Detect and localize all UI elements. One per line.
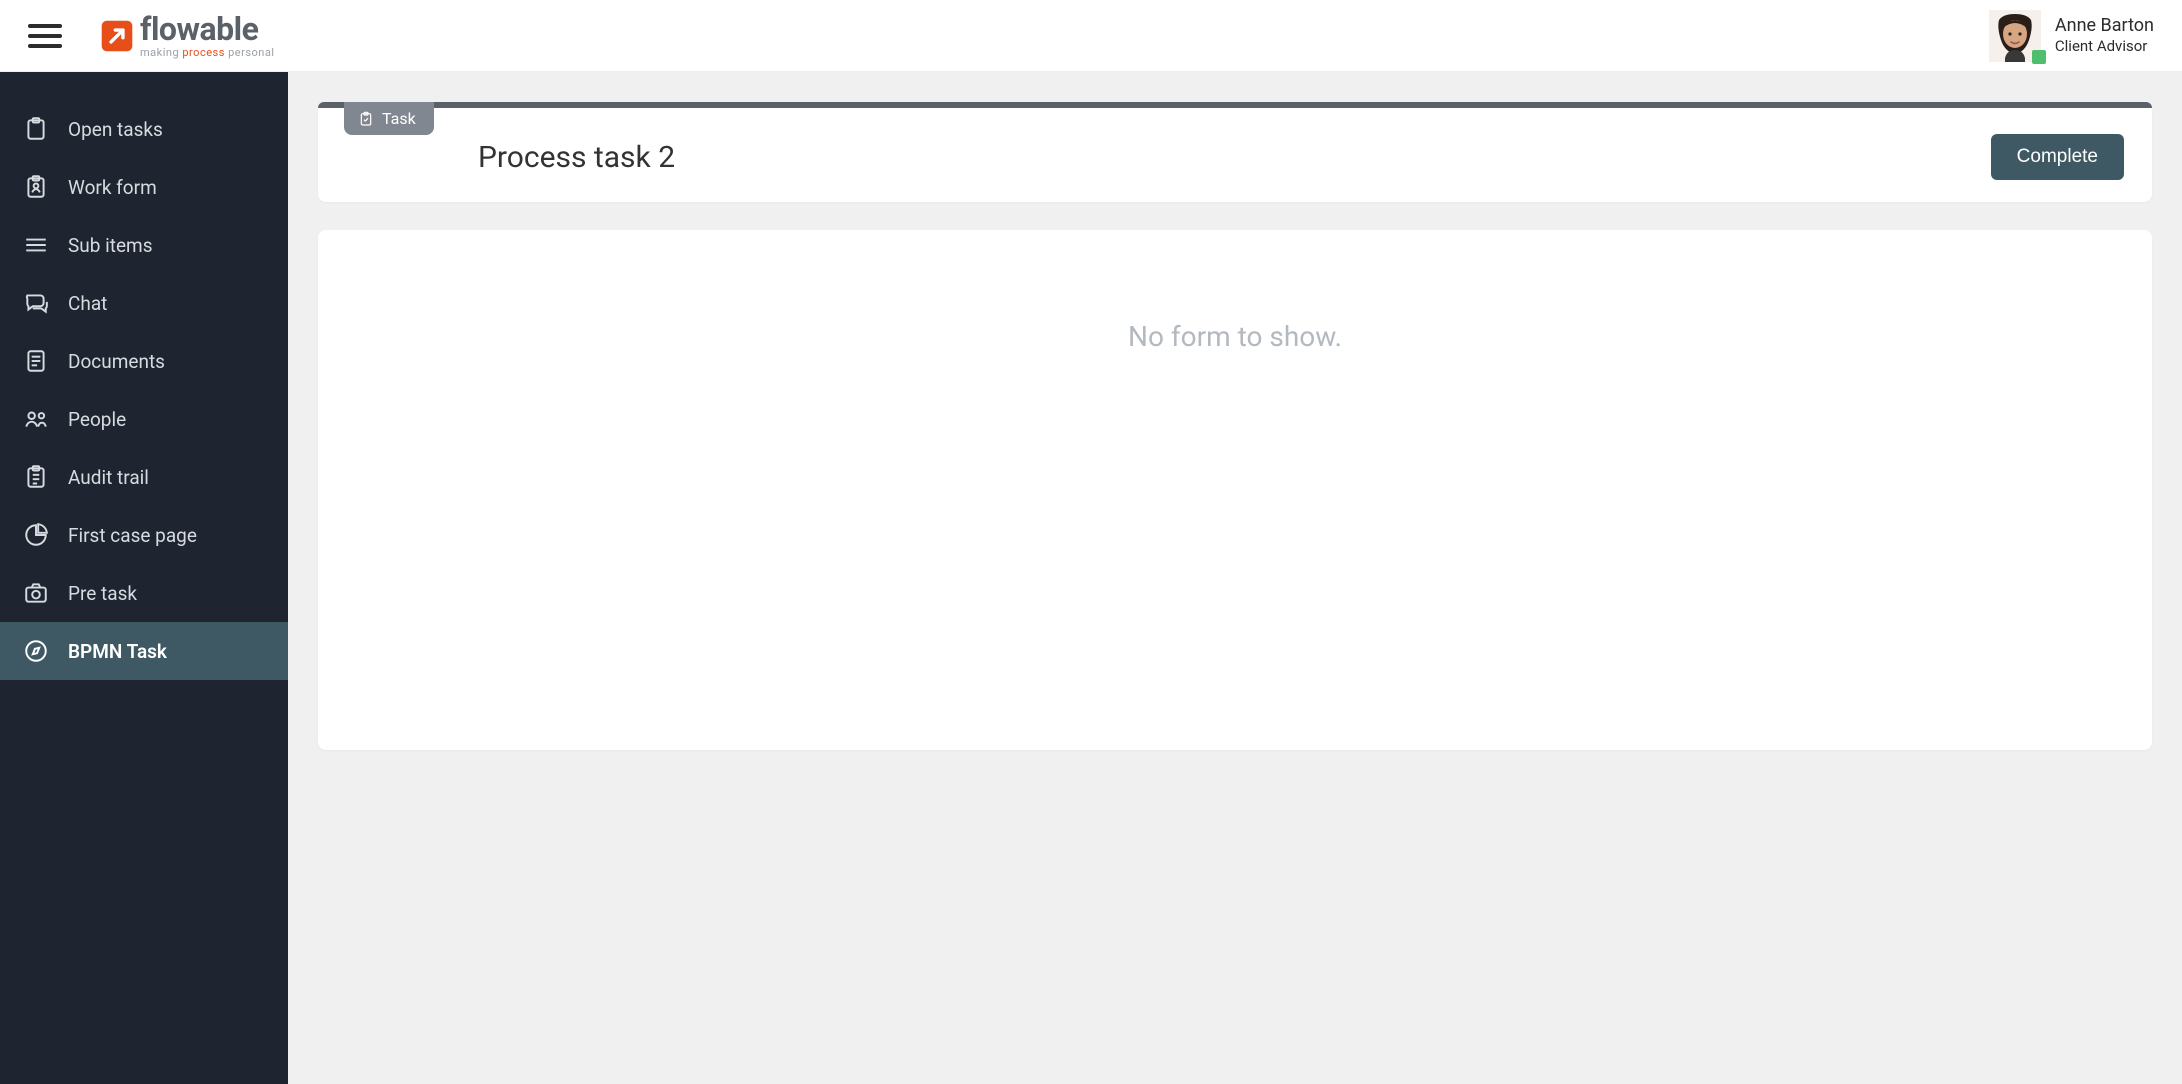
sidebar-item-audit-trail[interactable]: Audit trail xyxy=(0,448,288,506)
sidebar-item-people[interactable]: People xyxy=(0,390,288,448)
presence-indicator-icon xyxy=(2032,50,2046,64)
sidebar-item-label: Audit trail xyxy=(68,466,149,489)
task-type-tag: Task xyxy=(344,102,434,135)
topbar: flowable making process personal Anne Ba… xyxy=(0,0,2182,72)
chat-icon xyxy=(22,289,50,317)
avatar xyxy=(1989,10,2041,62)
logo[interactable]: flowable making process personal xyxy=(100,13,275,58)
sidebar-item-work-form[interactable]: Work form xyxy=(0,158,288,216)
sidebar-item-label: First case page xyxy=(68,524,197,547)
sidebar-item-sub-items[interactable]: Sub items xyxy=(0,216,288,274)
sidebar-item-label: Sub items xyxy=(68,234,153,257)
user-role: Client Advisor xyxy=(2055,37,2154,56)
task-header-card: Task Process task 2 Complete xyxy=(318,102,2152,202)
people-icon xyxy=(22,405,50,433)
checklist-icon xyxy=(22,463,50,491)
task-tag-label: Task xyxy=(382,109,416,128)
empty-form-message: No form to show. xyxy=(348,320,2122,353)
badge-icon xyxy=(22,173,50,201)
sidebar-item-label: Pre task xyxy=(68,582,137,605)
sidebar-item-documents[interactable]: Documents xyxy=(0,332,288,390)
task-check-icon xyxy=(358,111,374,127)
sidebar-item-label: Chat xyxy=(68,292,107,315)
logo-brand-text: flowable xyxy=(140,13,275,45)
camera-icon xyxy=(22,579,50,607)
sidebar-item-bpmn-task[interactable]: BPMN Task xyxy=(0,622,288,680)
pie-icon xyxy=(22,521,50,549)
sidebar-item-label: Open tasks xyxy=(68,118,163,141)
task-form-card: No form to show. xyxy=(318,230,2152,750)
complete-button[interactable]: Complete xyxy=(1991,134,2124,180)
sidebar-item-label: BPMN Task xyxy=(68,640,167,663)
sidebar-item-pre-task[interactable]: Pre task xyxy=(0,564,288,622)
logo-mark-icon xyxy=(100,19,134,53)
list-icon xyxy=(22,231,50,259)
sidebar-item-first-case-page[interactable]: First case page xyxy=(0,506,288,564)
sidebar-item-label: Documents xyxy=(68,350,165,373)
main-content: Task Process task 2 Complete No form to … xyxy=(288,72,2182,1084)
clipboard-icon xyxy=(22,115,50,143)
hamburger-menu-button[interactable] xyxy=(28,19,62,53)
sidebar-item-label: Work form xyxy=(68,176,157,199)
compass-icon xyxy=(22,637,50,665)
logo-tagline: making process personal xyxy=(140,47,275,58)
sidebar-item-chat[interactable]: Chat xyxy=(0,274,288,332)
document-icon xyxy=(22,347,50,375)
user-menu[interactable]: Anne Barton Client Advisor xyxy=(1989,10,2154,62)
sidebar-item-label: People xyxy=(68,408,126,431)
user-name: Anne Barton xyxy=(2055,15,2154,38)
sidebar: Open tasks Work form Sub items Chat Docu xyxy=(0,72,288,1084)
task-title: Process task 2 xyxy=(478,140,675,175)
sidebar-item-open-tasks[interactable]: Open tasks xyxy=(0,100,288,158)
